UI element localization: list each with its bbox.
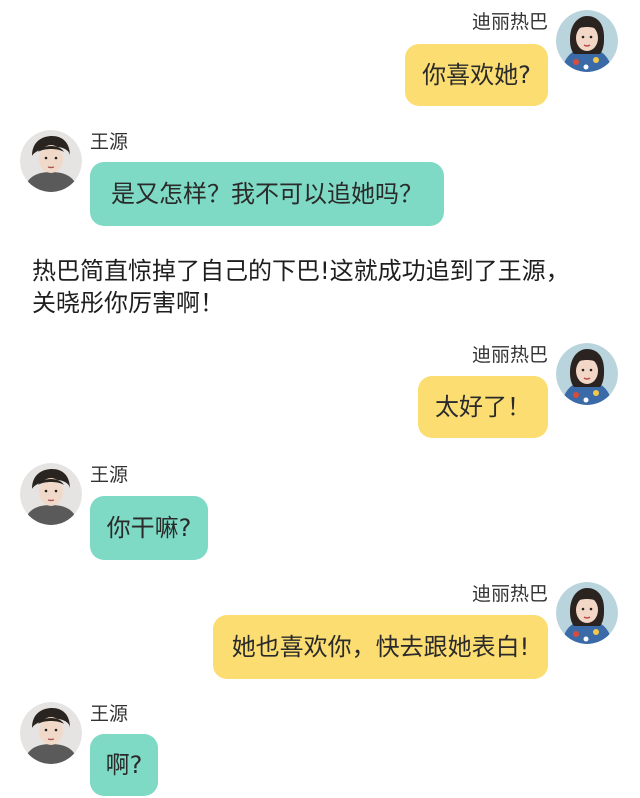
message-bubble[interactable]: 是又怎样？我不可以追她吗？ [90,162,444,226]
chat-screen: { "chat": { "messages": [ {"sender": "迪丽… [0,0,640,798]
sender-name: 迪丽热巴 [471,583,548,605]
message-bubble[interactable]: 你喜欢她? [405,44,548,106]
sender-name: 王源 [90,703,129,725]
female-avatar-icon[interactable] [556,10,618,72]
female-avatar-icon[interactable] [556,343,618,405]
male-avatar-icon[interactable] [20,130,82,192]
sender-name: 迪丽热巴 [471,11,548,33]
narration-line: 关晓彤你厉害啊！ [32,289,224,317]
message-bubble[interactable]: 你干嘛? [90,496,208,560]
message-bubble[interactable]: 啊? [90,734,158,796]
male-avatar-icon[interactable] [20,702,82,764]
message-bubble[interactable]: 她也喜欢你，快去跟她表白! [213,615,548,679]
sender-name: 王源 [90,464,129,486]
male-avatar-icon[interactable] [20,463,82,525]
sender-name: 迪丽热巴 [471,344,548,366]
sender-name: 王源 [90,131,129,153]
message-bubble[interactable]: 太好了！ [418,376,548,438]
narration-line: 热巴简直惊掉了自己的下巴!这就成功追到了王源， [32,257,570,285]
female-avatar-icon[interactable] [556,582,618,644]
